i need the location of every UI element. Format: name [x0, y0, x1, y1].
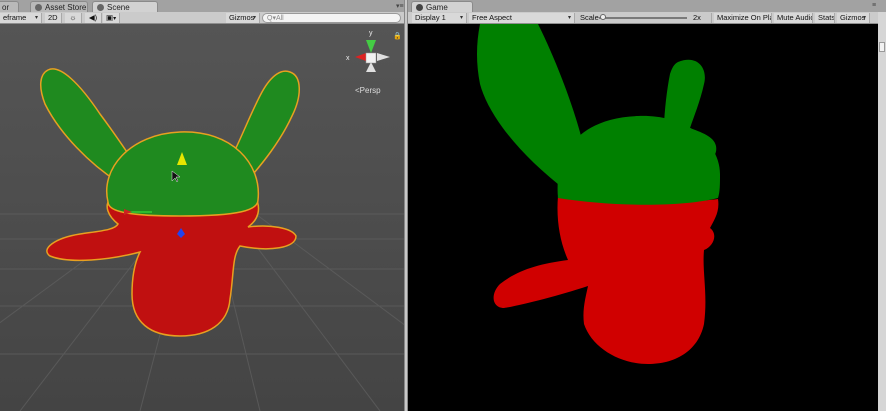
scene-orientation-gizmo[interactable]: y x [346, 30, 390, 72]
stats-toggle[interactable]: Stats [815, 13, 835, 23]
sun-icon: ☼ [69, 13, 77, 22]
tab-label: or [2, 3, 10, 12]
rendered-lower-body [493, 196, 719, 364]
effects-dropdown[interactable]: ▣▾ [103, 13, 120, 23]
mute-audio-toggle[interactable]: Mute Audio [774, 13, 813, 23]
axis-neg-y-arrow[interactable] [366, 62, 376, 72]
maximize-on-play-label: Maximize On Play [717, 13, 772, 22]
gizmos-dropdown[interactable]: Gizmos ▾ [837, 13, 870, 23]
gizmos-label: Gizmos [229, 13, 255, 22]
tab-scene[interactable]: Scene [92, 1, 158, 12]
aspect-dropdown[interactable]: Free Aspect ▾ [469, 13, 575, 23]
speaker-icon: ◀) [88, 13, 98, 22]
scale-value: 2x [693, 13, 701, 22]
scene-icon [97, 4, 104, 11]
tab-label: Game [426, 3, 448, 12]
scene-view[interactable]: y x 🔒 <Persp [0, 24, 404, 411]
axis-x-label: x [346, 55, 350, 62]
stats-label: Stats [818, 13, 835, 22]
shading-mode-dropdown[interactable]: eframe ▾ [0, 13, 42, 23]
game-toolbar: Display 1 ▾ Free Aspect ▾ Scale 2x Maximiz… [408, 12, 886, 24]
game-view[interactable] [408, 24, 878, 411]
tab-asset-store[interactable]: Asset Store [30, 1, 88, 12]
bunny-model[interactable] [40, 68, 300, 337]
side-panel-edge [878, 12, 886, 411]
display-dropdown[interactable]: Display 1 ▾ [412, 13, 467, 23]
projection-label: Persp [359, 86, 381, 95]
axis-y-arrow[interactable] [366, 40, 376, 53]
2d-label: 2D [48, 13, 58, 22]
head-dome [106, 131, 260, 217]
search-placeholder: Q▾All [267, 15, 284, 22]
game-render [477, 24, 720, 364]
asset-store-icon [35, 4, 42, 11]
tab-label: Scene [107, 3, 130, 12]
rendered-bunny [477, 24, 720, 364]
chevron-down-icon: ▾ [567, 15, 571, 21]
scene-toolbar: eframe ▾ 2D ☼ ◀) ▣▾ Gizmos ▾ Q▾All [0, 12, 404, 24]
scene-viewport: y x 🔒 [0, 30, 404, 411]
scrollbar-handle[interactable] [879, 42, 885, 52]
audio-toggle[interactable]: ◀) [85, 13, 102, 23]
panel-menu-icon[interactable]: ≡ [872, 2, 876, 9]
display-label: Display 1 [415, 13, 446, 22]
gizmos-dropdown[interactable]: Gizmos ▾ [226, 13, 260, 23]
tab-inspector-partial[interactable]: or [0, 1, 19, 12]
2d-toggle[interactable]: 2D [45, 13, 62, 23]
axis-y-label: y [369, 30, 373, 37]
aspect-label: Free Aspect [472, 13, 513, 22]
tab-game[interactable]: Game [411, 1, 473, 12]
scale-slider-track[interactable] [599, 14, 687, 20]
projection-toggle[interactable]: <Persp [355, 86, 381, 95]
tab-label: Asset Store [45, 3, 87, 12]
lock-icon[interactable]: 🔒 [393, 32, 402, 40]
axis-x-arrow[interactable] [355, 53, 366, 61]
chevron-down-icon: ▾ [34, 15, 38, 21]
axis-neg-x-arrow[interactable] [377, 53, 390, 61]
chevron-down-icon: ▾ [252, 15, 256, 21]
chevron-down-icon: ▾ [862, 15, 866, 21]
maximize-on-play-toggle[interactable]: Maximize On Play [714, 13, 772, 23]
lighting-toggle[interactable]: ☼ [65, 13, 82, 23]
scale-label: Scale [580, 13, 599, 22]
scale-slider-thumb[interactable] [600, 14, 607, 20]
chevron-down-icon: ▾ [459, 15, 463, 21]
center-cube[interactable] [365, 52, 377, 64]
game-icon [416, 4, 423, 11]
scene-search-input[interactable]: Q▾All [262, 13, 401, 23]
scale-control: Scale 2x [577, 13, 712, 23]
lower-body [46, 195, 297, 337]
panel-menu-icon[interactable]: ▾≡ [396, 2, 404, 10]
shading-mode-label: eframe [3, 13, 27, 22]
rendered-head [557, 115, 720, 205]
gizmos-label: Gizmos [840, 13, 866, 22]
mute-audio-label: Mute Audio [777, 13, 813, 22]
